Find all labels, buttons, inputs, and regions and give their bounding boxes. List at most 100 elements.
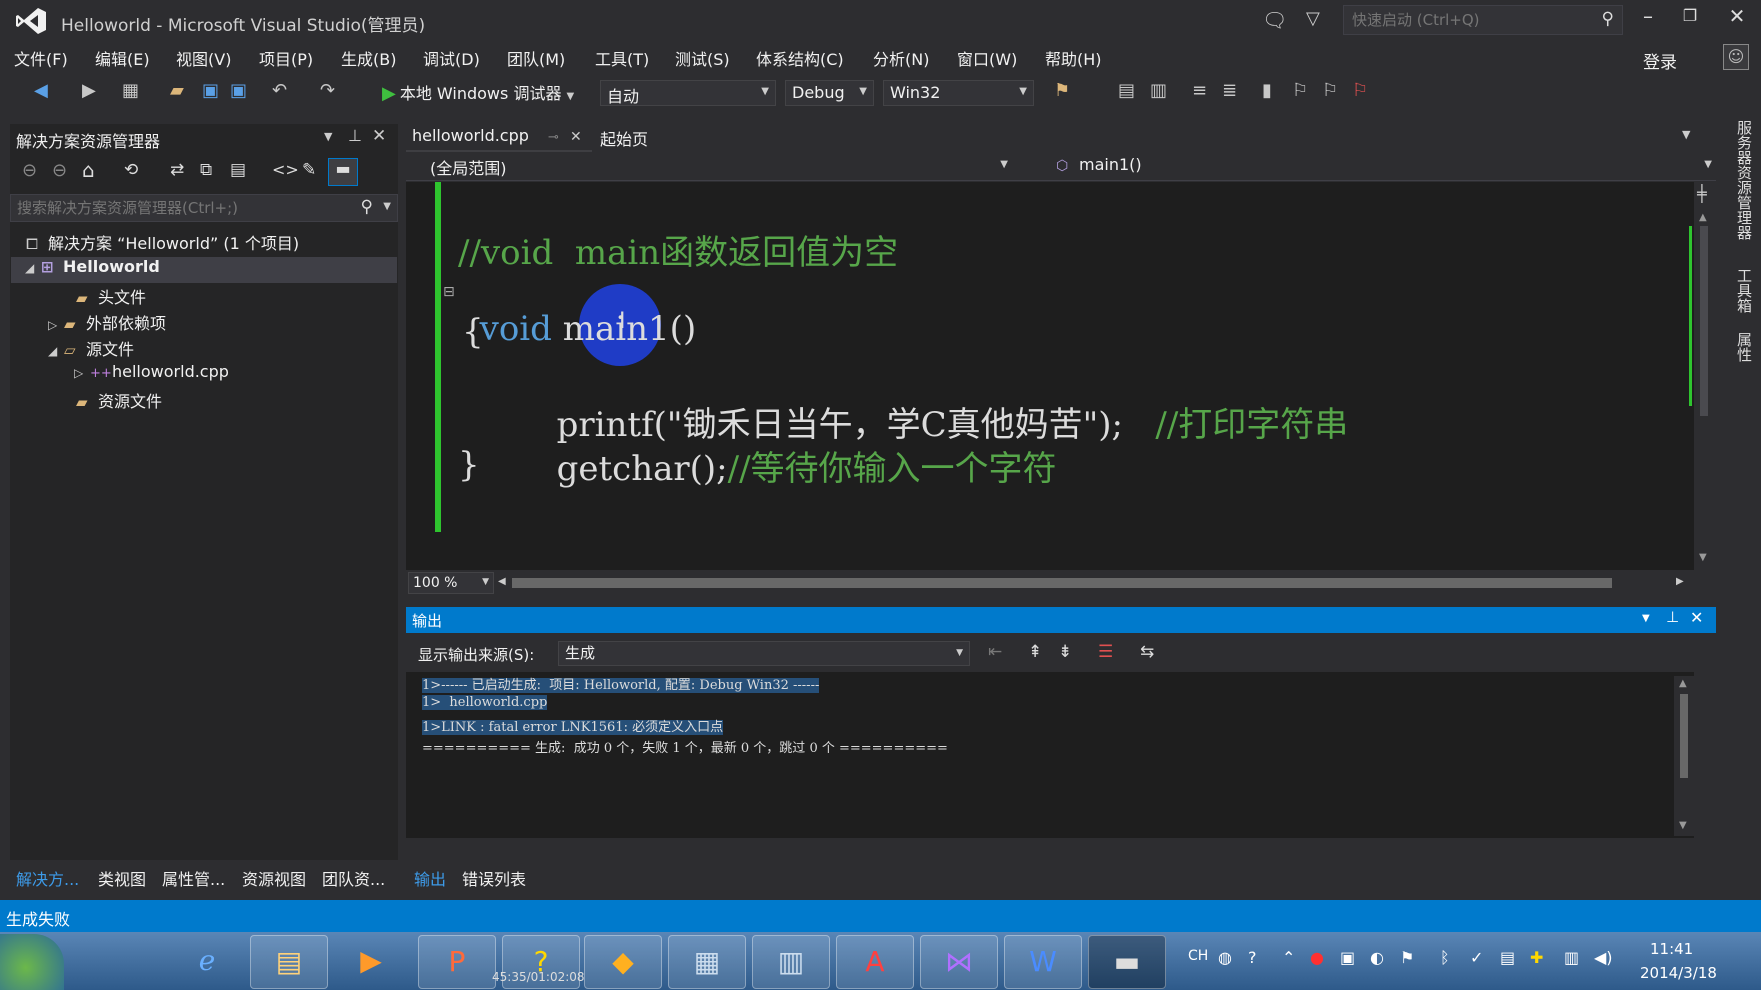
next-message-icon[interactable]: ⇟	[1058, 642, 1072, 662]
bluetooth-icon[interactable]: ᛒ	[1440, 948, 1450, 967]
menu-build[interactable]: 生成(B)	[341, 46, 396, 70]
chevron-expanded-icon[interactable]: ◢	[25, 261, 41, 275]
scroll-thumb[interactable]	[1680, 694, 1688, 778]
tab-overflow-icon[interactable]: ▼	[1682, 128, 1690, 141]
align-left-icon[interactable]: ▤	[1118, 80, 1135, 101]
start-debugging-button[interactable]: ▶ 本地 Windows 调试器 ▼	[382, 80, 574, 106]
menu-project[interactable]: 项目(P)	[259, 46, 313, 70]
tab-solution-explorer[interactable]: 解决方...	[16, 866, 79, 890]
menu-test[interactable]: 测试(S)	[675, 46, 730, 70]
tray-app-icon[interactable]: ▤	[1500, 948, 1515, 967]
start-button[interactable]	[0, 934, 64, 990]
pin-icon[interactable]: ⊥	[348, 126, 362, 145]
chevron-down-icon[interactable]: ▼	[324, 130, 332, 143]
tab-team-explorer[interactable]: 团队资...	[322, 866, 385, 890]
save-all-icon[interactable]: ▣	[230, 80, 247, 101]
tree-project[interactable]: ◢ ⊞ Helloworld	[11, 257, 397, 283]
quick-launch-input[interactable]	[1344, 6, 1584, 34]
tab-output[interactable]: 输出	[414, 866, 446, 890]
tab-property-manager[interactable]: 属性管...	[162, 866, 225, 890]
collapse-all-icon[interactable]: ⧉	[200, 160, 212, 180]
prev-bookmark-icon[interactable]: ⚐	[1292, 80, 1308, 101]
menu-tools[interactable]: 工具(T)	[595, 46, 649, 70]
tree-resource-files[interactable]: ▰ 资源文件	[76, 388, 162, 414]
next-bookmark-icon[interactable]: ⚐	[1322, 80, 1338, 101]
search-icon[interactable]: ⚲	[361, 197, 373, 217]
zoom-combo[interactable]: 100 % ▼	[408, 572, 494, 594]
notepad-icon[interactable]: ▥	[752, 935, 830, 989]
menu-view[interactable]: 视图(V)	[176, 46, 231, 70]
tray-expand-icon[interactable]: ⌃	[1282, 948, 1295, 967]
chevron-right-icon[interactable]: ▷	[48, 318, 64, 332]
code-line-1[interactable]: //void main函数返回值为空	[458, 225, 898, 274]
clock-time[interactable]: 11:41	[1650, 940, 1693, 958]
editor-vertical-scrollbar[interactable]: ╪ ▲ ▼	[1694, 182, 1714, 570]
scroll-up-icon[interactable]: ▲	[1679, 678, 1687, 689]
user-avatar-icon[interactable]: ☺	[1723, 44, 1749, 70]
forward-icon[interactable]: ▶	[82, 80, 96, 101]
scroll-up-icon[interactable]: ▲	[1699, 212, 1707, 223]
ime-icon[interactable]: ◍	[1218, 948, 1232, 967]
view-code-icon[interactable]: <>	[272, 160, 299, 179]
menu-window[interactable]: 窗口(W)	[957, 46, 1017, 70]
open-file-icon[interactable]: ▰	[170, 80, 184, 101]
quick-launch-box[interactable]: ⚲	[1343, 5, 1623, 35]
redo-icon[interactable]: ↷	[320, 80, 335, 101]
member-dropdown[interactable]: ⬡ main1() ▼	[1056, 155, 1712, 179]
clock-date[interactable]: 2014/3/18	[1640, 964, 1717, 982]
find-in-files-icon[interactable]: ⚑	[1054, 80, 1070, 101]
acrobat-icon[interactable]: A	[836, 935, 914, 989]
output-source-combo[interactable]: 生成 ▼	[558, 641, 970, 666]
comment-icon[interactable]: ≡	[1192, 80, 1207, 101]
forward-icon[interactable]: ⊖	[52, 160, 67, 181]
rail-toolbox[interactable]: 工具箱	[1724, 268, 1753, 313]
configuration-combo[interactable]: Debug ▼	[785, 80, 874, 106]
word-wrap-icon[interactable]: ⇆	[1140, 642, 1154, 662]
code-line-5[interactable]: getchar();//等待你输入一个字符	[535, 401, 1057, 490]
code-line-6[interactable]: }	[458, 445, 480, 485]
scroll-down-icon[interactable]: ▼	[1699, 552, 1707, 563]
tree-helloworld-cpp[interactable]: ▷ ++helloworld.cpp	[74, 362, 229, 388]
collapse-icon[interactable]: ⊟	[443, 284, 455, 300]
office-icon[interactable]: ◆	[584, 935, 662, 989]
back-icon[interactable]: ⊖	[22, 160, 37, 181]
search-icon[interactable]: ⚲	[1602, 9, 1614, 29]
menu-help[interactable]: 帮助(H)	[1045, 46, 1102, 70]
output-vertical-scrollbar[interactable]: ▲ ▼	[1674, 676, 1694, 836]
tree-solution[interactable]: ⧠ 解决方案 “Helloworld” (1 个项目)	[26, 230, 299, 256]
menu-debug[interactable]: 调试(D)	[423, 46, 480, 70]
record-icon[interactable]: ●	[1310, 948, 1324, 967]
media-player-icon[interactable]: ▶	[332, 935, 410, 989]
platform-combo[interactable]: Win32 ▼	[883, 80, 1034, 106]
tab-helloworld-cpp[interactable]: helloworld.cpp ⊸ ✕	[406, 122, 592, 152]
chevron-down-icon[interactable]: ▼	[567, 91, 575, 102]
clear-all-icon[interactable]: ☰	[1098, 642, 1113, 662]
clear-bookmarks-icon[interactable]: ⚐	[1352, 80, 1368, 101]
solution-search-input[interactable]	[11, 195, 341, 221]
chevron-right-icon[interactable]: ▷	[74, 366, 90, 380]
tray-app-icon[interactable]: ◐	[1370, 948, 1384, 967]
prev-message-icon[interactable]: ⇞	[1028, 642, 1042, 662]
tray-app-icon[interactable]: ✓	[1470, 948, 1483, 967]
properties-icon[interactable]: ✎	[302, 160, 316, 180]
chevron-down-icon[interactable]: ▼	[383, 201, 391, 212]
tab-class-view[interactable]: 类视图	[98, 866, 146, 890]
close-icon[interactable]: ✕	[1690, 608, 1703, 627]
output-text-area[interactable]: 1>------ 已启动生成: 项目: Helloworld, 配置: Debu…	[406, 672, 1694, 838]
scroll-thumb[interactable]	[1700, 226, 1708, 416]
align-right-icon[interactable]: ▥	[1150, 80, 1167, 101]
tray-app-icon[interactable]: ✚	[1530, 948, 1543, 967]
show-all-files-icon[interactable]: ▤	[230, 160, 246, 180]
rail-properties[interactable]: 属性	[1724, 332, 1753, 362]
home-icon[interactable]: ⌂	[82, 158, 95, 182]
volume-icon[interactable]: ◀)	[1594, 948, 1613, 967]
help-tray-icon[interactable]: ?	[1248, 948, 1257, 967]
back-icon[interactable]: ◀	[34, 80, 48, 101]
scroll-right-icon[interactable]: ▶	[1676, 576, 1684, 587]
new-project-icon[interactable]: ▦	[122, 80, 139, 101]
tree-external-deps[interactable]: ▷ ▰ 外部依赖项	[48, 310, 166, 336]
tree-header-files[interactable]: ▰ 头文件	[76, 284, 146, 310]
close-tab-icon[interactable]: ✕	[570, 129, 582, 145]
menu-file[interactable]: 文件(F)	[14, 46, 68, 70]
language-indicator[interactable]: CH	[1188, 948, 1208, 964]
